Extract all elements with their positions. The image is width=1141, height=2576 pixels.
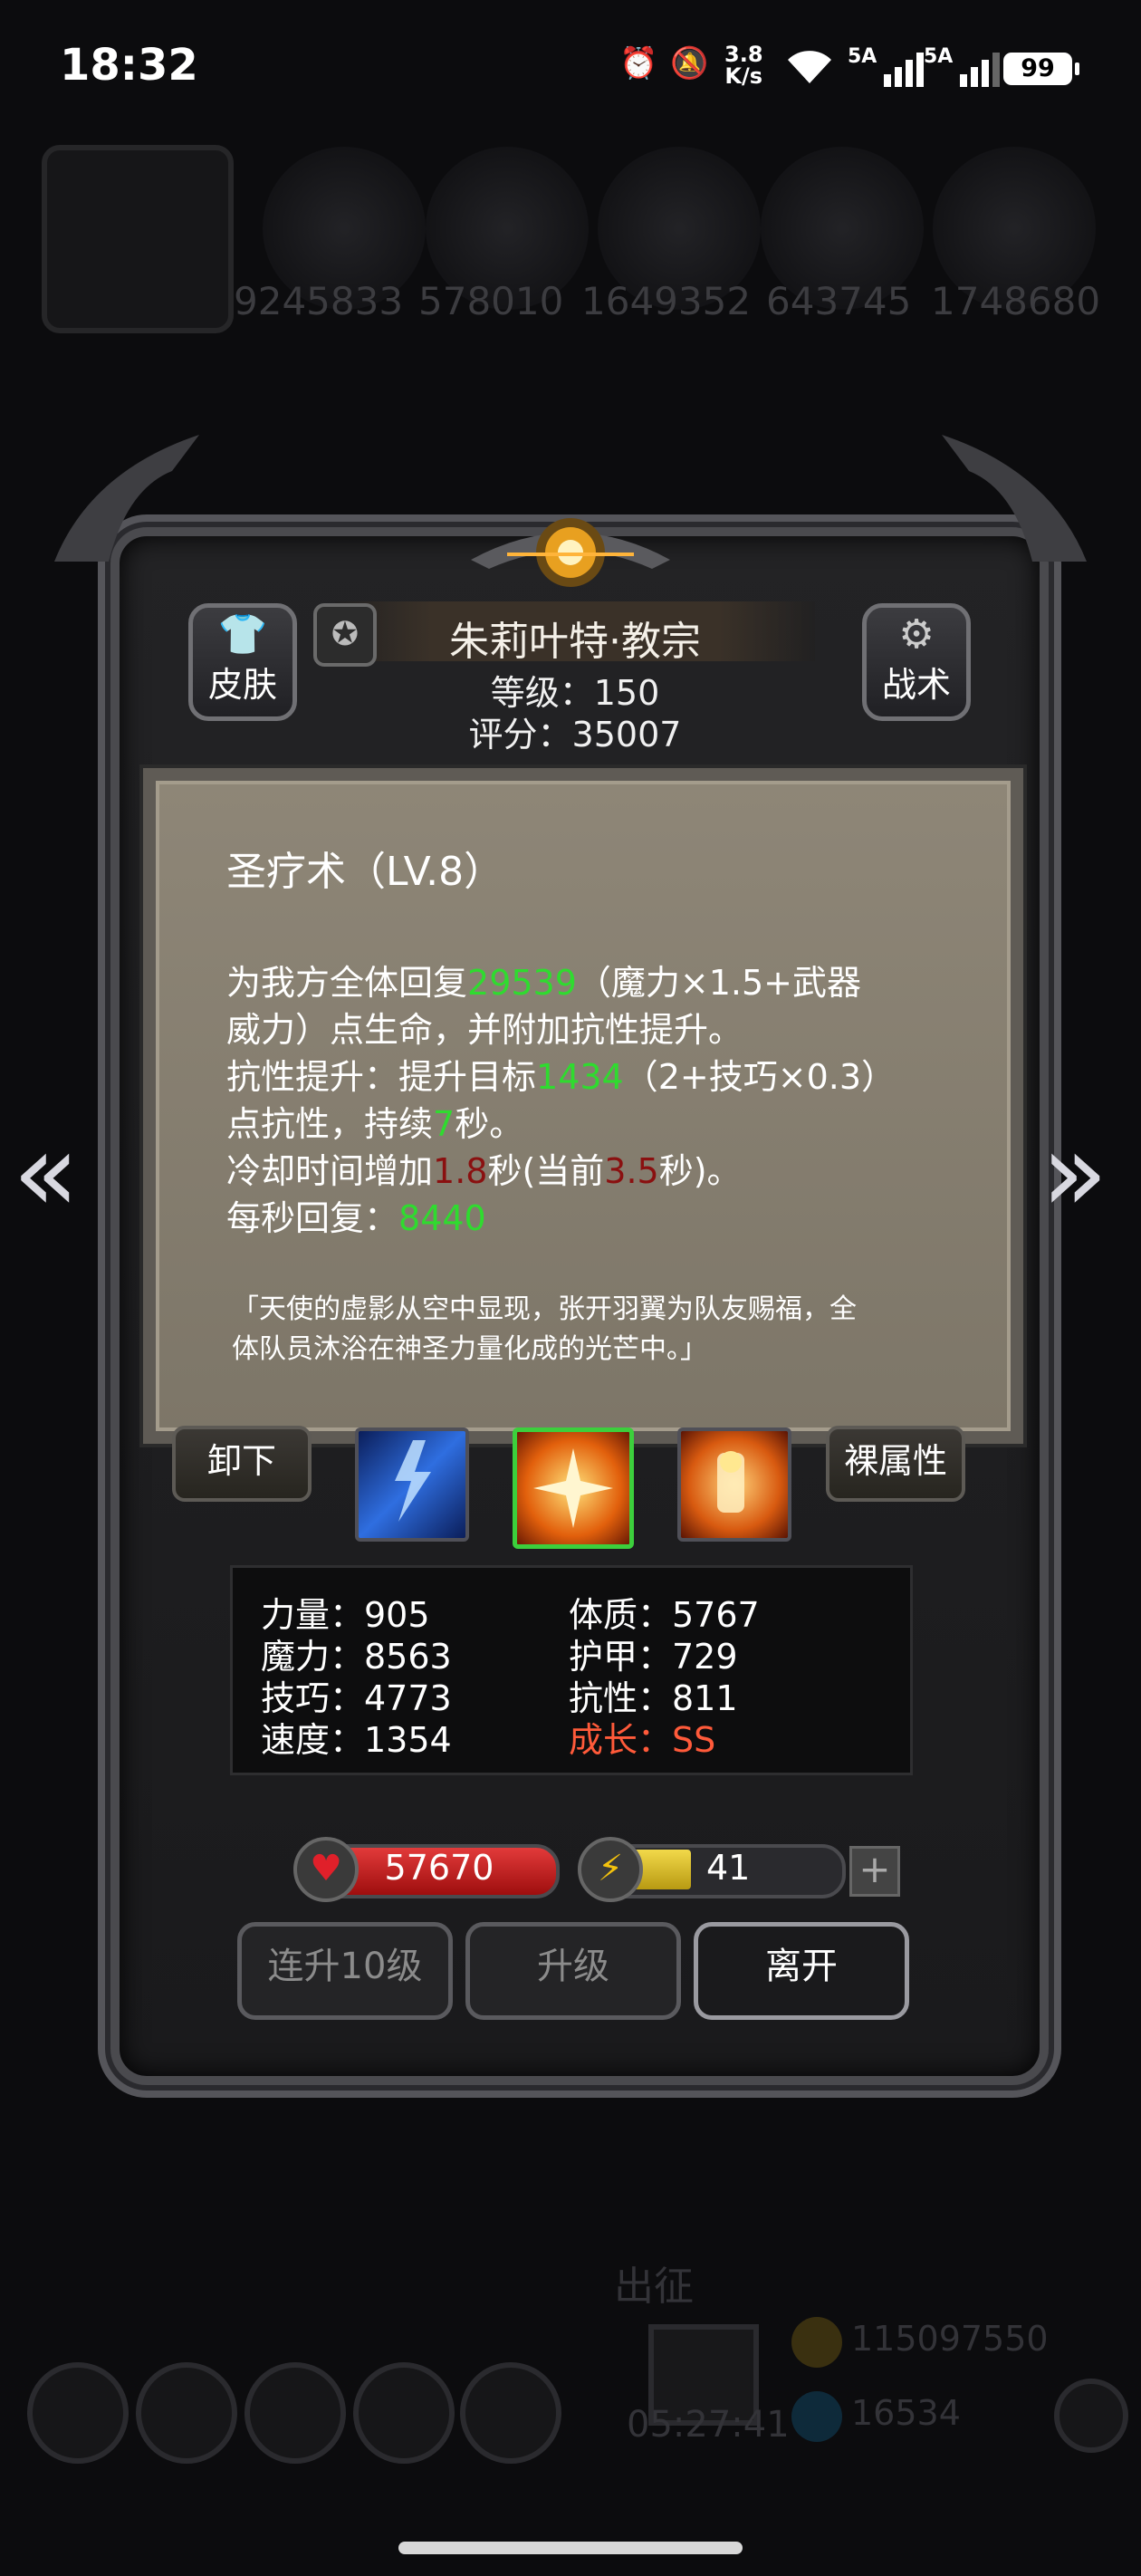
bg-gold-icon bbox=[791, 2317, 842, 2368]
lightning-icon: ⚡ bbox=[578, 1837, 643, 1902]
energy-value: 41 bbox=[706, 1848, 751, 1888]
prev-hero-arrow-icon[interactable]: « bbox=[13, 1110, 79, 1236]
bg-menu-icon bbox=[27, 2362, 129, 2464]
skill-title: 圣疗术（LV.8） bbox=[226, 849, 504, 895]
add-energy-button[interactable]: + bbox=[849, 1846, 900, 1897]
leave-button[interactable]: 离开 bbox=[694, 1922, 909, 2020]
skin-button-label: 皮肤 bbox=[207, 665, 277, 705]
cooldown-current: 3.5 bbox=[604, 1151, 659, 1191]
level-up-button[interactable]: 升级 bbox=[465, 1922, 681, 2020]
tactics-button[interactable]: ⚙ 战术 bbox=[862, 603, 971, 721]
frame-ornament-right bbox=[942, 435, 1087, 562]
bg-resource-number: 578010 bbox=[418, 279, 564, 323]
shirt-icon: 👕 bbox=[217, 611, 268, 658]
net-speed-unit: K/s bbox=[724, 63, 763, 89]
bg-timer: 05:27:41 bbox=[627, 2404, 790, 2446]
heart-icon: ♥ bbox=[293, 1837, 359, 1902]
skill-flavor-line-1: 「天使的虚影从空中显现，张开羽翼为队友赐福，全 bbox=[232, 1293, 857, 1325]
skin-button[interactable]: 👕 皮肤 bbox=[188, 603, 297, 721]
bg-gem-icon bbox=[791, 2391, 842, 2442]
bg-hero-portrait bbox=[42, 145, 234, 333]
stat-growth: 成长：SS bbox=[569, 1720, 716, 1760]
stat-speed: 速度：1354 bbox=[261, 1720, 452, 1760]
skill-desc-line-1: 为我方全体回复29539（魔力×1.5+武器 bbox=[226, 963, 862, 1003]
bg-resource-number: 643745 bbox=[766, 279, 912, 323]
net-speed-value: 3.8 bbox=[724, 42, 763, 67]
unequip-button[interactable]: 卸下 bbox=[172, 1426, 312, 1502]
bg-gem-value: 16534 bbox=[851, 2393, 961, 2433]
frame-ornament-left bbox=[54, 435, 199, 562]
net-speed: 3.8 K/s bbox=[724, 43, 763, 87]
skill-flavor-line-2: 体队员沐浴在神圣力量化成的光芒中。」 bbox=[232, 1333, 707, 1365]
cooldown-increase: 1.8 bbox=[433, 1151, 488, 1191]
regen-amount: 8440 bbox=[398, 1198, 486, 1238]
resist-amount: 1434 bbox=[536, 1057, 624, 1097]
holy-heal-skill-icon[interactable] bbox=[513, 1427, 634, 1549]
signal-icon-1: 5A bbox=[848, 45, 927, 89]
skill-desc-line-2: 威力）点生命，并附加抗性提升。 bbox=[226, 1010, 743, 1050]
bg-menu-icon bbox=[244, 2362, 346, 2464]
hero-score: 评分：35007 bbox=[468, 715, 682, 755]
bare-attributes-button[interactable]: 裸属性 bbox=[826, 1426, 965, 1502]
skill-desc-line-5: 冷却时间增加1.8秒(当前3.5秒)。 bbox=[226, 1151, 742, 1191]
guardian-skill-icon[interactable] bbox=[677, 1427, 791, 1542]
battery-icon: 99 bbox=[1003, 53, 1079, 85]
bg-menu-icon bbox=[136, 2362, 237, 2464]
home-indicator[interactable] bbox=[398, 2542, 743, 2554]
duration-value: 7 bbox=[433, 1104, 455, 1144]
bg-expedition-label: 出征 bbox=[614, 2264, 694, 2310]
wifi-icon bbox=[782, 45, 837, 89]
gear-icon: ⚙ bbox=[898, 611, 935, 658]
tactics-button-label: 战术 bbox=[881, 665, 951, 705]
bg-resource-number: 1748680 bbox=[931, 279, 1101, 323]
lightning-skill-icon[interactable] bbox=[355, 1427, 469, 1542]
bg-gold-value: 115097550 bbox=[851, 2319, 1049, 2359]
heal-amount: 29539 bbox=[467, 963, 577, 1003]
bg-menu-icon bbox=[460, 2362, 561, 2464]
skill-desc-line-6: 每秒回复：8440 bbox=[226, 1198, 486, 1238]
skill-desc-line-4: 点抗性，持续7秒。 bbox=[226, 1104, 524, 1144]
status-time: 18:32 bbox=[60, 40, 198, 91]
crest-ornament bbox=[471, 518, 670, 587]
bg-menu-icon bbox=[353, 2362, 455, 2464]
hero-name: 朱莉叶特·教宗 bbox=[449, 619, 701, 665]
skill-desc-line-3: 抗性提升：提升目标1434（2+技巧×0.3） bbox=[226, 1057, 896, 1097]
signal-icon-2: 5A bbox=[924, 45, 1003, 89]
bg-add-icon bbox=[1054, 2379, 1128, 2453]
next-hero-arrow-icon[interactable]: » bbox=[1041, 1110, 1107, 1236]
bg-resource-number: 9245833 bbox=[234, 279, 404, 323]
mute-icon: 🔕 bbox=[670, 45, 709, 82]
alarm-icon: ⏰ bbox=[619, 45, 658, 82]
level-up-10-button[interactable]: 连升10级 bbox=[237, 1922, 453, 2020]
bg-resource-number: 1649352 bbox=[581, 279, 752, 323]
